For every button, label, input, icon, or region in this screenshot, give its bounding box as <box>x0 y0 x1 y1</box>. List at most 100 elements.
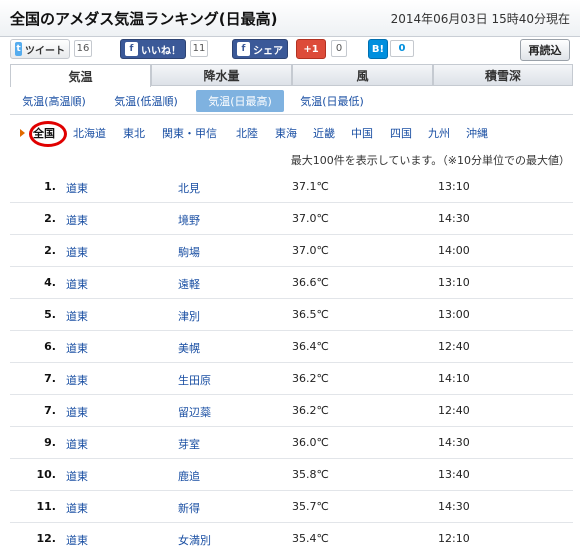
station-link[interactable]: 芽室 <box>178 436 200 452</box>
region-link[interactable]: 道東 <box>66 372 88 388</box>
sub-tabs: 気温(高温順) 気温(低温順) 気温(日最高) 気温(日最低) <box>10 88 573 115</box>
region-link[interactable]: 道東 <box>66 180 88 196</box>
temperature-cell: 36.6℃ <box>292 276 329 289</box>
hatena-count: 0 <box>390 40 414 57</box>
region-kyushu[interactable]: 九州 <box>428 125 450 141</box>
region-link[interactable]: 道東 <box>66 340 88 356</box>
temperature-cell: 36.2℃ <box>292 404 329 417</box>
region-link[interactable]: 道東 <box>66 468 88 484</box>
region-tokai[interactable]: 東海 <box>275 125 297 141</box>
facebook-icon: f <box>125 42 138 56</box>
region-link[interactable]: 道東 <box>66 532 88 548</box>
gplus-count: 0 <box>331 40 347 57</box>
region-link[interactable]: 道東 <box>66 404 88 420</box>
table-row: 4. 道東 遠軽 36.6℃ 13:10 <box>10 266 573 298</box>
subtab-temp-low-order[interactable]: 気温(低温順) <box>102 90 190 112</box>
station-link[interactable]: 生田原 <box>178 372 211 388</box>
region-hokuriku[interactable]: 北陸 <box>236 125 258 141</box>
rank-cell: 7. <box>44 404 56 417</box>
station-link[interactable]: 新得 <box>178 500 200 516</box>
station-link[interactable]: 留辺蘂 <box>178 404 211 420</box>
table-row: 9. 道東 芽室 36.0℃ 14:30 <box>10 426 573 458</box>
temperature-cell: 35.4℃ <box>292 532 329 545</box>
station-link[interactable]: 女満別 <box>178 532 211 548</box>
time-cell: 12:40 <box>438 340 470 353</box>
station-link[interactable]: 美幌 <box>178 340 200 356</box>
tweet-count: 16 <box>74 40 92 57</box>
time-cell: 13:00 <box>438 308 470 321</box>
rank-cell: 9. <box>44 436 56 449</box>
station-link[interactable]: 遠軽 <box>178 276 200 292</box>
tweet-button[interactable]: t ツイート <box>10 39 70 59</box>
region-link[interactable]: 道東 <box>66 244 88 260</box>
subtab-temp-high-order[interactable]: 気温(高温順) <box>10 90 98 112</box>
tab-temperature[interactable]: 気温 <box>10 64 151 87</box>
rank-cell: 6. <box>44 340 56 353</box>
temperature-cell: 35.8℃ <box>292 468 329 481</box>
facebook-share-button[interactable]: f シェア <box>232 39 288 59</box>
reload-button[interactable]: 再読込 <box>520 39 570 61</box>
rank-cell: 7. <box>44 372 56 385</box>
time-cell: 14:00 <box>438 244 470 257</box>
ranking-table: 1. 道東 北見 37.1℃ 13:10 2. 道東 境野 37.0℃ 14:3… <box>10 171 573 554</box>
region-all-japan[interactable]: 全国 <box>33 125 55 141</box>
temperature-cell: 37.1℃ <box>292 180 329 193</box>
region-filter: 全国 北海道 東北 関東・甲信 北陸 東海 近畿 中国 四国 九州 沖縄 <box>10 120 573 147</box>
table-row: 7. 道東 生田原 36.2℃ 14:10 <box>10 362 573 394</box>
station-link[interactable]: 津別 <box>178 308 200 324</box>
station-link[interactable]: 鹿追 <box>178 468 200 484</box>
region-shikoku[interactable]: 四国 <box>390 125 412 141</box>
region-okinawa[interactable]: 沖縄 <box>466 125 488 141</box>
temperature-cell: 35.7℃ <box>292 500 329 513</box>
table-row: 12. 道東 女満別 35.4℃ 12:10 <box>10 522 573 554</box>
tab-precipitation[interactable]: 降水量 <box>151 64 292 86</box>
region-link[interactable]: 道東 <box>66 276 88 292</box>
update-timestamp: 2014年06月03日 15時40分現在 <box>390 12 570 26</box>
station-link[interactable]: 駒場 <box>178 244 200 260</box>
rank-cell: 5. <box>44 308 56 321</box>
temperature-cell: 37.0℃ <box>292 212 329 225</box>
region-link[interactable]: 道東 <box>66 436 88 452</box>
region-kinki[interactable]: 近畿 <box>313 125 335 141</box>
rank-cell: 2. <box>44 212 56 225</box>
facebook-icon: f <box>237 42 250 56</box>
rank-cell: 12. <box>36 532 57 545</box>
region-link[interactable]: 道東 <box>66 212 88 228</box>
time-cell: 14:10 <box>438 372 470 385</box>
page-title: 全国のアメダス気温ランキング(日最高) <box>10 10 278 28</box>
tab-snow-depth[interactable]: 積雪深 <box>433 64 573 86</box>
main-tabs: 気温 降水量 風 積雪深 <box>10 64 573 87</box>
temperature-cell: 36.0℃ <box>292 436 329 449</box>
temperature-cell: 36.5℃ <box>292 308 329 321</box>
subtab-daily-max[interactable]: 気温(日最高) <box>196 90 284 112</box>
time-cell: 14:30 <box>438 436 470 449</box>
region-chugoku[interactable]: 中国 <box>351 125 373 141</box>
time-cell: 14:30 <box>438 212 470 225</box>
station-link[interactable]: 境野 <box>178 212 200 228</box>
table-row: 10. 道東 鹿追 35.8℃ 13:40 <box>10 458 573 490</box>
like-count: 11 <box>190 40 208 57</box>
selected-arrow-icon <box>20 129 25 137</box>
facebook-like-button[interactable]: f いいね！ <box>120 39 186 59</box>
hatena-bookmark-button[interactable]: B! <box>368 39 388 59</box>
region-link[interactable]: 道東 <box>66 500 88 516</box>
rank-cell: 1. <box>44 180 56 193</box>
temperature-cell: 36.4℃ <box>292 340 329 353</box>
time-cell: 13:10 <box>438 180 470 193</box>
twitter-bird-icon: t <box>15 42 22 56</box>
region-hokkaido[interactable]: 北海道 <box>73 125 106 141</box>
hatena-icon: B! <box>371 43 385 55</box>
table-row: 11. 道東 新得 35.7℃ 14:30 <box>10 490 573 522</box>
subtab-daily-min[interactable]: 気温(日最低) <box>288 90 376 112</box>
station-link[interactable]: 北見 <box>178 180 200 196</box>
time-cell: 13:10 <box>438 276 470 289</box>
temperature-cell: 37.0℃ <box>292 244 329 257</box>
rank-cell: 4. <box>44 276 56 289</box>
region-tohoku[interactable]: 東北 <box>123 125 145 141</box>
region-link[interactable]: 道東 <box>66 308 88 324</box>
region-kanto-koshin[interactable]: 関東・甲信 <box>162 125 217 141</box>
tab-wind[interactable]: 風 <box>292 64 433 86</box>
table-row: 1. 道東 北見 37.1℃ 13:10 <box>10 171 573 202</box>
time-cell: 14:30 <box>438 500 470 513</box>
google-plus-button[interactable]: +1 <box>296 39 326 59</box>
